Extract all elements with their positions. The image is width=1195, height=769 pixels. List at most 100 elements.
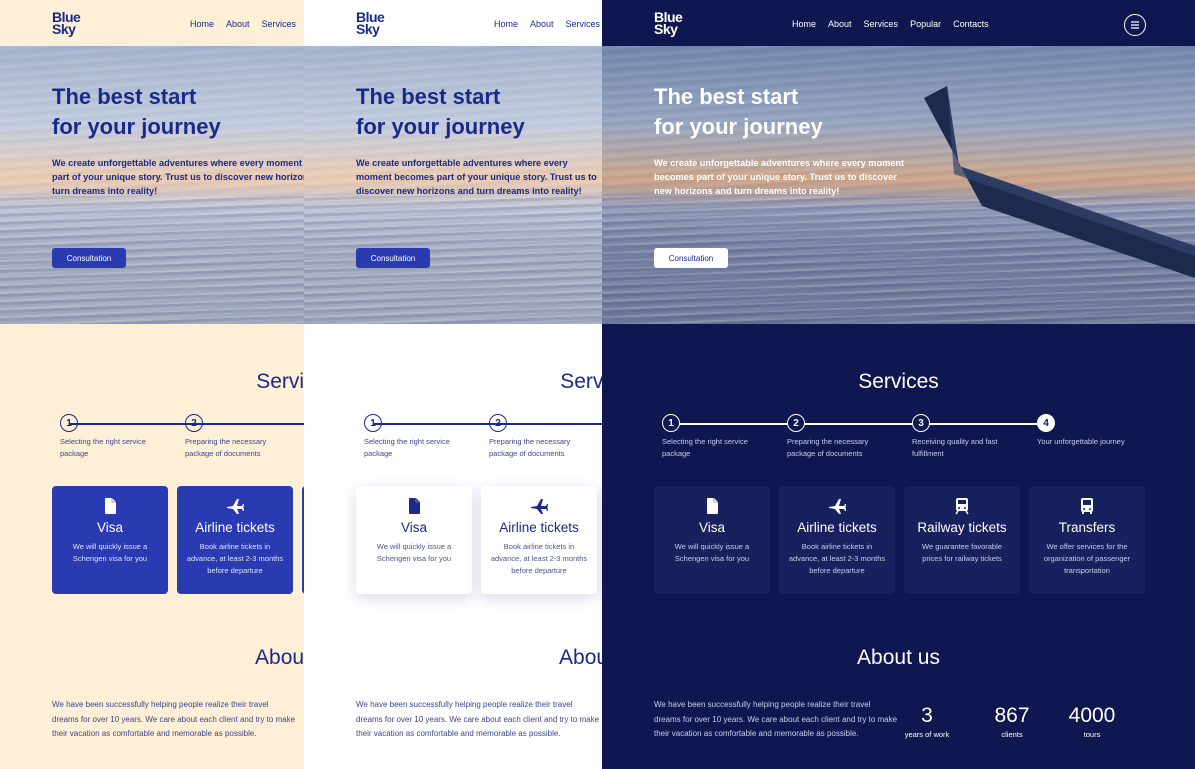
service-card-visa[interactable]: Visa We will quickly issue a Schengen vi… <box>654 486 770 594</box>
step-text: Selecting the right service package <box>60 437 146 458</box>
consultation-button[interactable]: Consultation <box>356 248 430 268</box>
logo[interactable]: Blue Sky <box>52 10 86 36</box>
stat-label: clients <box>1001 730 1023 739</box>
logo[interactable]: Blue Sky <box>356 10 390 36</box>
about-title: About us <box>857 646 940 669</box>
airplane-icon <box>529 496 549 516</box>
consultation-button[interactable]: Consultation <box>654 248 728 268</box>
nav-link-home[interactable]: Home <box>190 19 214 29</box>
step-text: Receiving quality and fast fulfillment <box>912 437 998 458</box>
card-text: We offer services for the organization o… <box>1043 542 1131 575</box>
service-cards: Visa We will quickly issue a Schengen vi… <box>356 486 602 598</box>
card-text: We will quickly issue a Schengen visa fo… <box>72 542 148 563</box>
airplane-icon <box>827 496 847 516</box>
step-item: 2 Preparing the necessary package of doc… <box>185 414 304 460</box>
process-steps: 1 Selecting the right service package 2 … <box>364 414 602 474</box>
landing-page: BlueSky Home About Services Popular Cont… <box>0 0 304 769</box>
hero-description: We create unforgettable adventures where… <box>52 158 304 196</box>
nav-link-popular[interactable]: Popular <box>910 19 941 29</box>
document-icon <box>404 496 424 516</box>
service-card-railway[interactable]: Railway tickets We guarantee favorable p… <box>904 486 1020 594</box>
step-item: 4 Your unforgettable journey <box>1037 414 1157 448</box>
card-text: Book airline tickets in advance, at leas… <box>788 542 886 575</box>
nav-link-services[interactable]: Services <box>864 19 899 29</box>
service-cards: Visa We will quickly issue a Schengen vi… <box>654 486 1154 598</box>
step-number: 4 <box>1037 414 1055 432</box>
step-number: 1 <box>364 414 382 432</box>
menu-button[interactable] <box>1124 14 1146 36</box>
nav-link-about[interactable]: About <box>530 19 554 29</box>
step-text: Preparing the necessary package of docum… <box>787 437 869 458</box>
step-number: 1 <box>60 414 78 432</box>
service-card-visa[interactable]: Visa We will quickly issue a Schengen vi… <box>356 486 472 594</box>
step-number: 2 <box>787 414 805 432</box>
main-nav: Home About Services Popular Contacts <box>494 19 602 29</box>
step-number: 2 <box>185 414 203 432</box>
site-header: BlueSky Home About Services Popular Cont… <box>0 0 304 46</box>
nav-link-home[interactable]: Home <box>792 19 816 29</box>
about-title: About us <box>559 646 602 669</box>
nav-link-contacts[interactable]: Contacts <box>953 19 989 29</box>
process-steps: 1 Selecting the right service package 2 … <box>662 414 1142 474</box>
step-item: 1 Selecting the right service package <box>364 414 484 460</box>
hero-title: The best start for your journey <box>52 84 221 139</box>
document-icon <box>100 496 120 516</box>
card-title: Airline tickets <box>797 520 877 535</box>
step-item: 3 Receiving quality and fast fulfillment <box>912 414 1032 460</box>
stat-number: 3 <box>290 704 304 728</box>
step-text: Selecting the right service package <box>364 437 450 458</box>
card-title: Transfers <box>1058 520 1116 535</box>
hero-title: The best start for your journey <box>654 84 823 139</box>
about-stats: 3 years of work 867 clients 4000 tours <box>892 704 1152 754</box>
nav-link-about[interactable]: About <box>828 19 852 29</box>
card-title: Airline tickets <box>195 520 275 535</box>
step-text: Selecting the right service package <box>662 437 748 458</box>
site-header: BlueSky Home About Services Popular Cont… <box>602 0 1195 46</box>
service-card-airline[interactable]: Airline tickets Book airline tickets in … <box>177 486 293 594</box>
step-item: 2 Preparing the necessary package of doc… <box>787 414 907 460</box>
service-card-airline[interactable]: Airline tickets Book airline tickets in … <box>779 486 895 594</box>
hero-section: The best start for your journey We creat… <box>0 46 304 324</box>
stat-number: 867 <box>994 704 1030 727</box>
nav-link-about[interactable]: About <box>226 19 250 29</box>
hero-description: We create unforgettable adventures where… <box>356 158 597 196</box>
about-description: We have been successfully helping people… <box>356 700 600 738</box>
nav-link-services[interactable]: Services <box>262 19 297 29</box>
service-card-airline[interactable]: Airline tickets Book airline tickets in … <box>481 486 597 594</box>
cloud-layer <box>304 196 602 324</box>
stat-label: years of work <box>290 730 304 739</box>
stat-years: 3 years of work <box>594 704 602 739</box>
hero-section: The best start for your journey We creat… <box>602 46 1195 324</box>
step-text: Preparing the necessary package of docum… <box>185 437 267 458</box>
train-icon <box>952 496 972 516</box>
stat-number: 3 <box>921 704 933 727</box>
hero-section: The best start for your journey We creat… <box>304 46 602 324</box>
main-nav: Home About Services Popular Contacts <box>792 19 989 29</box>
logo[interactable]: Blue Sky <box>654 10 688 36</box>
card-title: Visa <box>698 520 726 535</box>
stat-label: tours <box>1083 730 1101 739</box>
stat-label: years of work <box>594 730 602 739</box>
consultation-button[interactable]: Consultation <box>52 248 126 268</box>
design-variant-white: BlueSky Home About Services Popular Cont… <box>304 0 602 769</box>
step-number: 1 <box>662 414 680 432</box>
stat-years: 3 years of work <box>892 704 962 739</box>
design-variant-cream: BlueSky Home About Services Popular Cont… <box>0 0 304 769</box>
card-text: We will quickly issue a Schengen visa fo… <box>376 542 452 563</box>
stat-number: 4000 <box>1068 704 1116 727</box>
services-title: Services <box>256 370 304 393</box>
bus-icon <box>1077 496 1097 516</box>
step-item: 2 Preparing the necessary package of doc… <box>489 414 602 460</box>
service-card-transfers[interactable]: Transfers We offer services for the orga… <box>1029 486 1145 594</box>
nav-link-services[interactable]: Services <box>566 19 601 29</box>
menu-icon <box>1131 21 1139 29</box>
step-text: Preparing the necessary package of docum… <box>489 437 571 458</box>
nav-link-home[interactable]: Home <box>494 19 518 29</box>
services-title: Services <box>560 370 602 393</box>
step-text: Your unforgettable journey <box>1037 437 1125 446</box>
card-title: Airline tickets <box>499 520 579 535</box>
service-cards: Visa We will quickly issue a Schengen vi… <box>52 486 304 598</box>
about-stats: 3 years of work 867 clients 4000 tours <box>594 704 602 754</box>
service-card-visa[interactable]: Visa We will quickly issue a Schengen vi… <box>52 486 168 594</box>
about-description: We have been successfully helping people… <box>654 700 898 738</box>
